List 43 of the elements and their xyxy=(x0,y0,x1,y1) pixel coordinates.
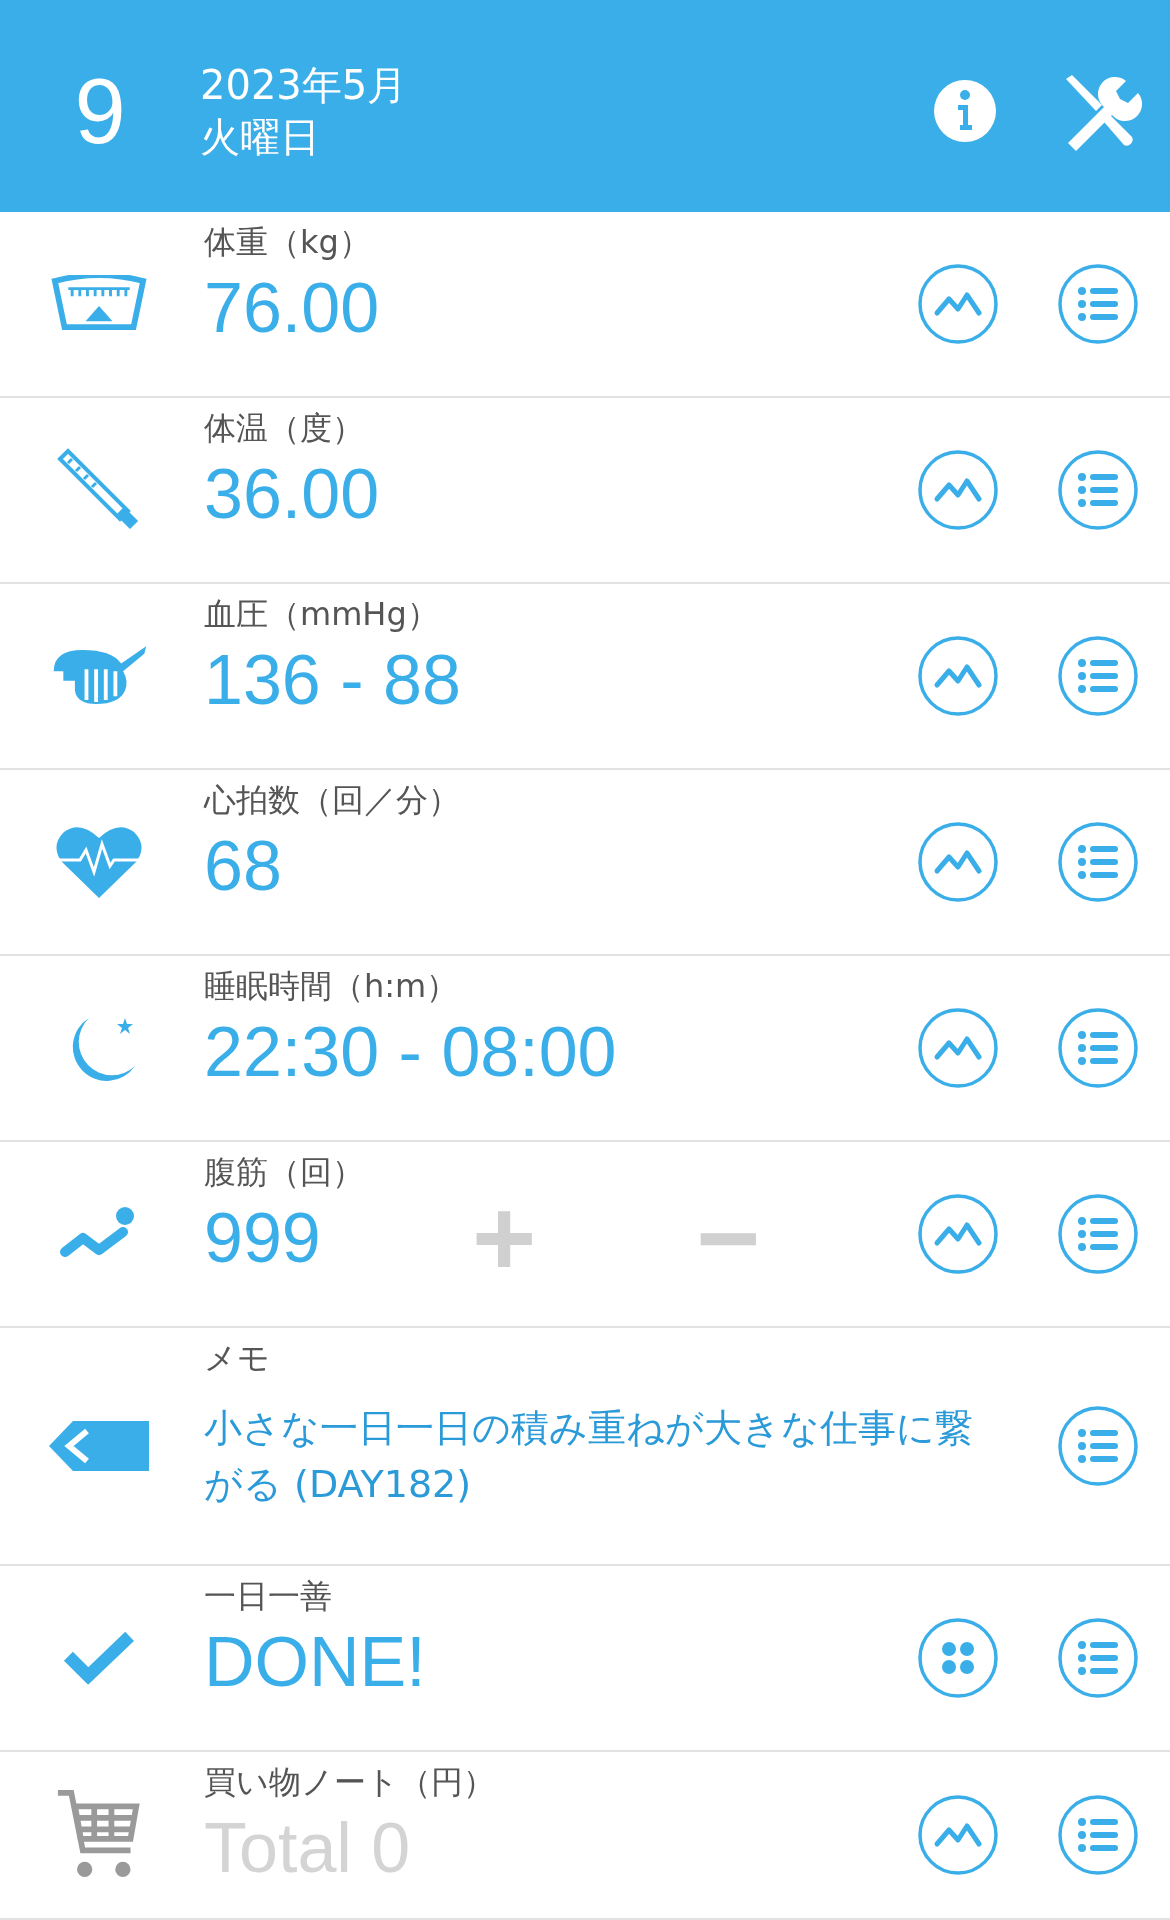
field-label: メモ xyxy=(204,1338,271,1379)
checkmark-icon xyxy=(63,1631,135,1685)
memo-text: 小さな一日一日の積み重ねが大きな仕事に繋がる (DAY182) xyxy=(204,1405,974,1508)
list-button[interactable] xyxy=(1057,1794,1139,1876)
chart-button[interactable] xyxy=(917,449,999,531)
chart-button[interactable] xyxy=(917,635,999,717)
field-label: 体温（度） xyxy=(204,408,365,449)
scale-icon xyxy=(51,275,147,333)
info-button[interactable] xyxy=(932,78,998,144)
tag-icon xyxy=(47,1419,151,1473)
list-button[interactable] xyxy=(1057,635,1139,717)
field-label: 睡眠時間（h:m） xyxy=(204,966,460,1007)
chart-button[interactable] xyxy=(917,263,999,345)
month-label: 2023年5月 xyxy=(200,61,409,110)
field-label: 体重（kg） xyxy=(204,222,372,263)
list-button[interactable] xyxy=(1057,1193,1139,1275)
plus-button[interactable]: + xyxy=(444,1196,564,1280)
chart-button[interactable] xyxy=(917,1193,999,1275)
dots-button[interactable] xyxy=(917,1617,999,1699)
field-value: DONE! xyxy=(204,1622,427,1703)
field-label: 心拍数（回／分） xyxy=(204,780,461,821)
list-button[interactable] xyxy=(1057,263,1139,345)
field-label: 血圧（mmHg） xyxy=(204,594,440,635)
chart-button[interactable] xyxy=(917,1007,999,1089)
weekday-label: 火曜日 xyxy=(200,113,321,162)
list-button[interactable] xyxy=(1057,1405,1139,1487)
field-value: 22:30 - 08:00 xyxy=(204,1012,618,1093)
list-button[interactable] xyxy=(1057,1007,1139,1089)
field-label: 腹筋（回） xyxy=(204,1152,365,1193)
field-value: 36.00 xyxy=(204,454,381,535)
day-number: 9 xyxy=(74,65,126,157)
field-value: 136 - 88 xyxy=(204,640,462,721)
field-label: 買い物ノート（円） xyxy=(204,1762,496,1803)
field-label: 一日一善 xyxy=(204,1576,333,1617)
chart-button[interactable] xyxy=(917,821,999,903)
field-value: 999 xyxy=(204,1198,322,1279)
field-value: 68 xyxy=(204,826,283,907)
field-value: 76.00 xyxy=(204,268,381,349)
chart-button[interactable] xyxy=(917,1794,999,1876)
list-button[interactable] xyxy=(1057,449,1139,531)
list-button[interactable] xyxy=(1057,821,1139,903)
list-button[interactable] xyxy=(1057,1617,1139,1699)
minus-button[interactable]: − xyxy=(668,1196,788,1280)
